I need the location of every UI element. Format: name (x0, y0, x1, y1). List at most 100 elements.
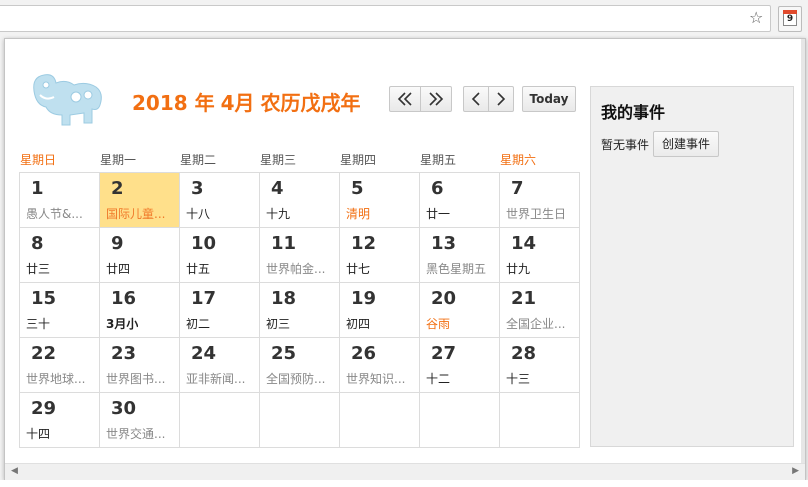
calendar-day-cell[interactable]: 17 初二 (179, 282, 260, 338)
events-panel: 我的事件 暂无事件 创建事件 (590, 86, 794, 447)
weekday-label: 星期三 (260, 153, 297, 167)
next-year-button[interactable] (420, 87, 451, 111)
calendar-day-cell[interactable]: 5 清明 (339, 172, 420, 228)
day-annotation: 十八 (186, 207, 211, 221)
calendar-icon: 9 (783, 10, 797, 26)
weekday-label: 星期二 (180, 153, 217, 167)
calendar-day-cell[interactable]: 20 谷雨 (419, 282, 500, 338)
bookmark-star-icon[interactable]: ☆ (749, 8, 763, 28)
day-annotation: 世界交通... (106, 427, 166, 441)
calendar-week-row: 29 十四 30 世界交通... (19, 392, 580, 448)
month-nav-group (463, 86, 514, 112)
day-annotation: 黑色星期五 (426, 262, 487, 276)
weekday-label: 星期一 (100, 153, 137, 167)
chevron-left-icon (471, 92, 480, 106)
calendar-week-row: 15 三十 16 3月小 17 初二 18 初三 19 初四 20 谷雨 21 全国企业... (19, 282, 580, 338)
calendar-day-cell[interactable]: 27 十二 (419, 337, 500, 393)
double-chevron-left-icon (397, 92, 412, 106)
calendar-empty-cell (259, 392, 340, 448)
day-number: 29 (31, 398, 57, 419)
address-bar[interactable] (0, 5, 771, 32)
scroll-left-icon[interactable]: ◀ (11, 466, 18, 476)
day-annotation: 十九 (266, 207, 291, 221)
create-event-button[interactable]: 创建事件 (653, 131, 719, 157)
calendar-day-cell[interactable]: 29 十四 (19, 392, 100, 448)
day-number: 3 (191, 178, 204, 199)
calendar-empty-cell (179, 392, 260, 448)
calendar-day-cell[interactable]: 25 全国预防... (259, 337, 340, 393)
calendar-empty-cell (339, 392, 420, 448)
next-month-button[interactable] (488, 87, 513, 111)
calendar-day-cell[interactable]: 6 廿一 (419, 172, 500, 228)
calendar-day-cell[interactable]: 30 世界交通... (99, 392, 180, 448)
day-annotation: 廿七 (346, 262, 371, 276)
day-number: 1 (31, 178, 44, 199)
calendar-week-row: 1 愚人节&... 2 国际儿童... 3 十八 4 十九 5 清明 6 廿一 7 世界卫生日 (19, 172, 580, 228)
calendar-day-cell[interactable]: 19 初四 (339, 282, 420, 338)
prev-month-button[interactable] (464, 87, 488, 111)
day-number: 19 (351, 288, 377, 309)
calendar-day-cell[interactable]: 28 十三 (499, 337, 580, 393)
calendar-day-cell[interactable]: 4 十九 (259, 172, 340, 228)
day-number: 5 (351, 178, 364, 199)
year-nav-group (389, 86, 452, 112)
day-annotation: 初二 (186, 317, 211, 331)
day-annotation: 三十 (26, 317, 51, 331)
day-annotation: 廿三 (26, 262, 51, 276)
calendar-day-cell[interactable]: 24 亚非新闻... (179, 337, 260, 393)
vertical-scrollbar[interactable] (801, 39, 805, 463)
chevron-right-icon (497, 92, 506, 106)
calendar-day-cell[interactable]: 1 愚人节&... (19, 172, 100, 228)
horizontal-scrollbar[interactable]: ◀ ▶ (5, 463, 805, 480)
day-number: 18 (271, 288, 297, 309)
day-number: 4 (271, 178, 284, 199)
day-number: 13 (431, 233, 457, 254)
day-annotation: 全国企业... (506, 317, 566, 331)
day-annotation: 十四 (26, 427, 51, 441)
calendar-week-row: 8 廿三 9 廿四 10 廿五 11 世界帕金... 12 廿七 13 黑色星期五 14 廿九 (19, 227, 580, 283)
calendar-day-cell[interactable]: 13 黑色星期五 (419, 227, 500, 283)
prev-year-button[interactable] (390, 87, 420, 111)
day-annotation: 十三 (506, 372, 531, 386)
calendar-day-cell[interactable]: 10 廿五 (179, 227, 260, 283)
calendar-day-cell[interactable]: 26 世界知识... (339, 337, 420, 393)
calendar-day-cell[interactable]: 11 世界帕金... (259, 227, 340, 283)
calendar-day-cell[interactable]: 9 廿四 (99, 227, 180, 283)
calendar-day-cell[interactable]: 18 初三 (259, 282, 340, 338)
calendar-day-cell[interactable]: 12 廿七 (339, 227, 420, 283)
calendar-day-cell[interactable]: 8 廿三 (19, 227, 100, 283)
day-annotation: 愚人节&... (26, 207, 83, 221)
day-number: 10 (191, 233, 217, 254)
day-annotation: 全国预防... (266, 372, 326, 386)
day-number: 24 (191, 343, 217, 364)
day-annotation: 廿九 (506, 262, 531, 276)
day-annotation: 3月小 (106, 317, 139, 331)
day-number: 30 (111, 398, 137, 419)
day-number: 23 (111, 343, 137, 364)
day-number: 9 (111, 233, 124, 254)
day-annotation: 世界帕金... (266, 262, 326, 276)
double-chevron-right-icon (429, 92, 444, 106)
weekday-label: 星期五 (420, 153, 457, 167)
calendar-day-cell[interactable]: 23 世界图书... (99, 337, 180, 393)
calendar-day-cell[interactable]: 14 廿九 (499, 227, 580, 283)
day-number: 6 (431, 178, 444, 199)
day-annotation: 世界知识... (346, 372, 406, 386)
calendar-day-cell[interactable]: 3 十八 (179, 172, 260, 228)
day-number: 8 (31, 233, 44, 254)
day-number: 17 (191, 288, 217, 309)
calendar-day-cell[interactable]: 21 全国企业... (499, 282, 580, 338)
scroll-right-icon[interactable]: ▶ (792, 466, 799, 476)
calendar-extension-button[interactable]: 9 (778, 6, 802, 32)
day-annotation: 世界卫生日 (506, 207, 567, 221)
calendar-day-cell[interactable]: 16 3月小 (99, 282, 180, 338)
calendar-day-cell[interactable]: 22 世界地球... (19, 337, 100, 393)
day-annotation: 世界图书... (106, 372, 166, 386)
calendar-day-cell[interactable]: 2 国际儿童... (99, 172, 180, 228)
calendar-day-cell[interactable]: 7 世界卫生日 (499, 172, 580, 228)
today-button[interactable]: Today (522, 86, 576, 112)
calendar-empty-cell (419, 392, 500, 448)
day-annotation: 廿一 (426, 207, 451, 221)
day-annotation: 廿四 (106, 262, 131, 276)
calendar-day-cell[interactable]: 15 三十 (19, 282, 100, 338)
